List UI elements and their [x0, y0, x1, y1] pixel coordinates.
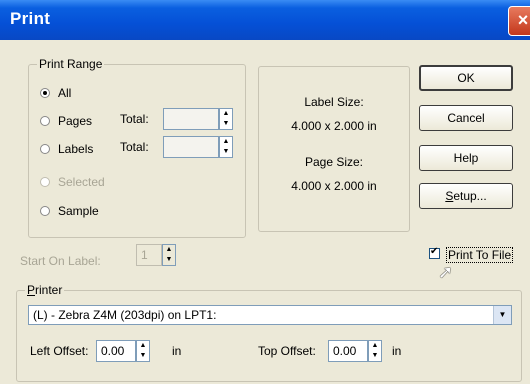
start-on-label-spinner: 1 ▲ ▼ — [136, 244, 176, 266]
label-size-value: 4.000 x 2.000 in — [291, 119, 377, 133]
printer-mnemonic: P — [27, 283, 36, 297]
left-offset-unit: in — [172, 344, 182, 358]
radio-labels-label: Labels — [58, 142, 94, 156]
radio-pages-label: Pages — [58, 114, 93, 128]
window-title: Print — [10, 9, 51, 28]
start-on-label-label: Start On Label: — [20, 254, 101, 268]
print-dialog: Print × Print Range All Pages Labels Sel… — [0, 0, 530, 384]
left-offset-spinner[interactable]: 0.00 ▲ ▼ — [96, 340, 150, 362]
setup-label-rest: etup... — [453, 189, 487, 203]
printer-legend-rest: rinter — [35, 283, 63, 297]
labels-total-spinner[interactable]: ▲ ▼ — [163, 136, 233, 158]
labels-total-label: Total: — [120, 140, 149, 154]
cancel-button[interactable]: Cancel — [419, 105, 513, 131]
radio-dot — [40, 88, 50, 98]
radio-sample-label: Sample — [58, 204, 99, 218]
ok-button[interactable]: OK — [419, 65, 513, 91]
printer-group: Printer — [16, 283, 522, 382]
mouse-cursor-icon: ➚ — [438, 262, 454, 282]
radio-all-label: All — [58, 86, 72, 100]
top-offset-unit: in — [392, 344, 402, 358]
printer-selected-value: (L) - Zebra Z4M (203dpi) on LPT1: — [33, 308, 217, 322]
left-offset-label: Left Offset: — [30, 344, 89, 358]
print-range-legend: Print Range — [37, 57, 105, 71]
labels-total-input[interactable] — [163, 136, 219, 158]
spin-up-icon[interactable]: ▲ ▼ — [136, 340, 150, 362]
print-to-file-checkbox[interactable] — [429, 246, 440, 259]
printer-select[interactable]: (L) - Zebra Z4M (203dpi) on LPT1: ▼ — [28, 305, 512, 325]
pages-total-label: Total: — [120, 112, 149, 126]
radio-dot — [40, 116, 50, 126]
spin-up-icon[interactable]: ▲ ▼ — [219, 108, 233, 130]
size-info-panel: Label Size: 4.000 x 2.000 in Page Size: … — [258, 66, 410, 232]
setup-button[interactable]: Setup... — [419, 183, 513, 209]
top-offset-label: Top Offset: — [258, 344, 316, 358]
help-button[interactable]: Help — [419, 145, 513, 171]
spin-up-icon[interactable]: ▲ ▼ — [219, 136, 233, 158]
radio-dot — [40, 144, 50, 154]
spin-up-icon: ▲ ▼ — [162, 244, 176, 266]
top-offset-input[interactable]: 0.00 — [328, 340, 368, 362]
printer-legend: Printer — [25, 283, 65, 297]
title-bar[interactable]: Print × — [0, 0, 530, 40]
radio-selected-label: Selected — [58, 175, 105, 189]
spin-up-icon[interactable]: ▲ ▼ — [368, 340, 382, 362]
pages-total-input[interactable] — [163, 108, 219, 130]
label-size-label: Label Size: — [304, 95, 364, 109]
top-offset-spinner[interactable]: 0.00 ▲ ▼ — [328, 340, 382, 362]
print-to-file-label[interactable]: Print To File — [446, 247, 514, 263]
page-size-label: Page Size: — [304, 155, 364, 169]
chevron-down-icon[interactable]: ▼ — [493, 306, 511, 324]
start-on-label-input: 1 — [136, 244, 162, 266]
radio-dot — [40, 177, 50, 187]
page-size-value: 4.000 x 2.000 in — [291, 179, 377, 193]
left-offset-input[interactable]: 0.00 — [96, 340, 136, 362]
close-icon[interactable]: × — [508, 6, 530, 36]
radio-dot — [40, 206, 50, 216]
pages-total-spinner[interactable]: ▲ ▼ — [163, 108, 233, 130]
